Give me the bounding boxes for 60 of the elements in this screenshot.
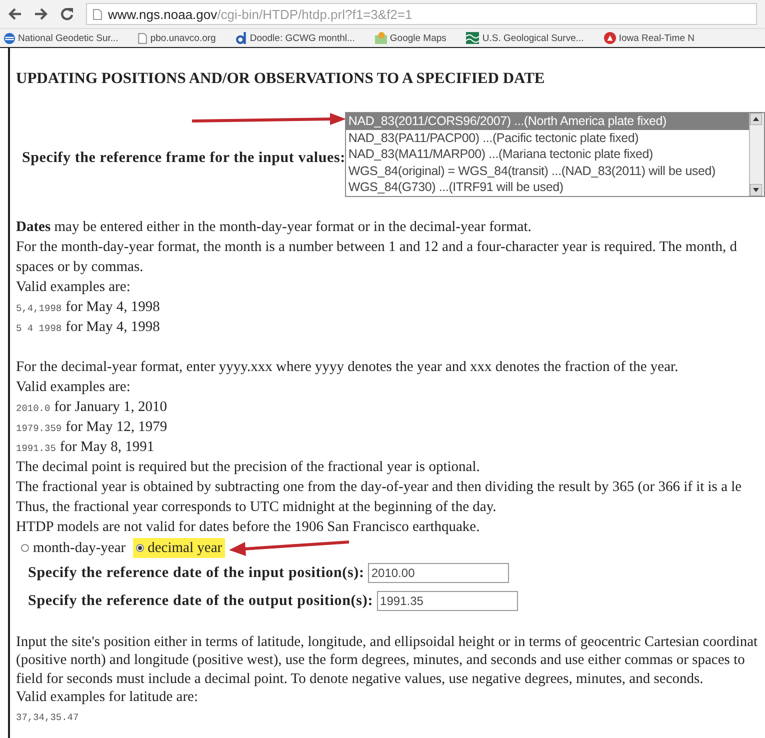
scroll-up-icon[interactable] xyxy=(750,113,762,125)
circle-logo-icon xyxy=(604,32,616,44)
paragraph-line: spaces or by commas. xyxy=(16,258,144,276)
paragraph-line: (positive north) and longitude (positive west), use the form degrees, minutes, and seconds and use either commas or spaces to xyxy=(16,651,746,670)
radio-option[interactable]: month-day-year xyxy=(18,538,129,558)
field-label: Specify the reference date of the input position(s): xyxy=(28,564,364,582)
paragraph-line: Thus, the fractional year corresponds to UTC midnight at the beginning of the day. xyxy=(16,498,498,516)
field-label: Specify the reference frame for the input values: xyxy=(22,149,346,168)
back-icon[interactable] xyxy=(8,8,22,20)
bookmark-link[interactable]: Google Maps xyxy=(390,32,446,44)
page-icon xyxy=(93,8,102,20)
radio-button[interactable] xyxy=(21,544,29,552)
listbox-option[interactable]: WGS_84(original) = WGS_84(transit) ...(NAD_83(2011) will be used) xyxy=(346,162,749,179)
waves-logo-icon xyxy=(466,32,480,44)
paragraph-line: Dates may be entered either in the month-day-year format or in the decimal-year format. xyxy=(16,218,532,236)
paragraph-line: Valid examples for latitude are: xyxy=(16,688,199,706)
field-label: Specify the reference date of the output position(s): xyxy=(28,592,374,610)
reload-icon[interactable] xyxy=(60,7,74,21)
bookmark-link[interactable]: pbo.unavco.org xyxy=(150,32,216,44)
page-icon xyxy=(138,32,148,44)
scroll-down-icon[interactable] xyxy=(750,184,762,196)
d-letter-icon xyxy=(236,32,247,44)
example-code: 37,34,35.47 xyxy=(16,712,79,722)
bookmark-link[interactable]: U.S. Geological Surve... xyxy=(482,32,584,44)
date-input-field[interactable]: 1991.35 xyxy=(377,590,518,610)
example-code: 5,4,1998 xyxy=(16,302,62,314)
date-input-field[interactable]: 2010.00 xyxy=(368,562,510,582)
globe-icon xyxy=(4,32,15,44)
radio-button[interactable] xyxy=(136,544,144,552)
paragraph-line: For the decimal-year format, enter yyyy.xxx where yyyy denotes the year and xxx denotes the fraction of the year. xyxy=(16,358,680,376)
listbox-option[interactable]: NAD_83(MA11/MARP00) ...(Mariana tectonic plate fixed) xyxy=(346,146,749,162)
reference-frame-listbox[interactable] xyxy=(345,112,765,196)
example-text: for May 4, 1998 xyxy=(66,298,160,314)
example-text: for May 4, 1998 xyxy=(66,318,160,334)
paragraph-line: For the month-day-year format, the month is a number between 1 and 12 and a four-character year is required. The month, d xyxy=(16,238,738,256)
listbox-option[interactable]: NAD_83(2011/CORS96/2007) ...(North America plate fixed) xyxy=(346,113,749,130)
example-code: 5 4 1998 xyxy=(16,322,62,334)
paragraph-line: Valid examples are: xyxy=(16,278,132,296)
bookmark-link[interactable]: Iowa Real-Time N xyxy=(618,32,694,44)
paragraph-line: field for seconds must include a decimal point. To denote negative values, use negative degrees, minutes, and seconds. xyxy=(16,670,704,688)
url-text: www.ngs.noaa.gov/cgi-bin/HTDP/htdp.prl?f1=3&f2=1 xyxy=(108,6,412,22)
page-heading: UPDATING POSITIONS AND/OR OBSERVATIONS TO A SPECIFIED DATE xyxy=(16,70,546,88)
paragraph-line: Input the site's position either in terms of latitude, longitude, and ellipsoidal height or in terms of geocentric Cartesian coordinat xyxy=(16,632,759,651)
paragraph-line: Valid examples are: xyxy=(16,378,132,396)
example-text: for May 8, 1991 xyxy=(60,438,154,454)
example-code: 2010.0 xyxy=(16,402,50,414)
listbox-option[interactable]: WGS_84(G730) ...(ITRF91 will be used) xyxy=(346,179,749,196)
example-code: 1979.359 xyxy=(16,422,62,434)
example-text: for May 12, 1979 xyxy=(66,418,168,434)
paragraph-line: The decimal point is required but the precision of the fractional year is optional. xyxy=(16,458,481,476)
listbox-option[interactable]: NAD_83(PA11/PACP00) ...(Pacific tectonic plate fixed) xyxy=(346,130,749,146)
address-bar[interactable]: www.ngs.noaa.gov/cgi-bin/HTDP/htdp.prl?f1=3&f2=1 xyxy=(86,3,757,25)
radio-option[interactable]: decimal year xyxy=(132,538,226,558)
example-code: 1991.35 xyxy=(16,442,56,454)
forward-icon[interactable] xyxy=(34,8,48,20)
bookmark-link[interactable]: Doodle: GCWG monthl... xyxy=(250,32,355,44)
paragraph-line: HTDP models are not valid for dates before the 1906 San Francisco earthquake. xyxy=(16,518,481,536)
example-text: for January 1, 2010 xyxy=(54,398,167,414)
bookmark-link[interactable]: National Geodetic Sur... xyxy=(18,32,118,44)
paragraph-line: The fractional year is obtained by subtracting one from the day-of-year and then dividing the result by 365 (or 366 if it is a le xyxy=(16,478,743,496)
